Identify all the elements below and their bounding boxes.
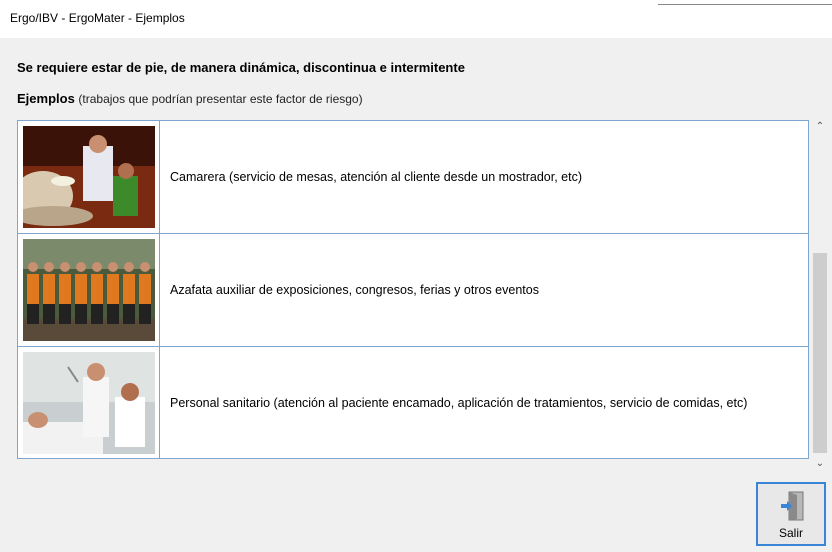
example-label: Azafata auxiliar de exposiciones, congre… — [170, 283, 539, 297]
example-image-healthcare — [18, 347, 160, 459]
chevron-down-icon[interactable]: ⌄ — [811, 455, 829, 473]
hostesses-photo-icon — [23, 239, 155, 341]
exit-button[interactable]: Salir — [756, 482, 826, 546]
example-label: Personal sanitario (atención al paciente… — [170, 396, 748, 410]
scrollbar-thumb[interactable] — [813, 253, 827, 453]
example-image-waitress — [18, 121, 160, 233]
waitress-photo-icon — [23, 126, 155, 228]
list-scrollbar[interactable]: ⌃ ⌄ — [811, 118, 829, 473]
page-title: Se requiere estar de pie, de manera diná… — [17, 60, 465, 75]
door-exit-icon — [781, 491, 804, 521]
examples-note: (trabajos que podrían presentar este fac… — [78, 92, 363, 106]
exit-button-label: Salir — [778, 526, 803, 540]
examples-heading: Ejemplos (trabajos que podrían presentar… — [17, 91, 363, 106]
list-item[interactable]: Camarera (servicio de mesas, atención al… — [18, 121, 808, 233]
example-image-hostesses — [18, 234, 160, 346]
examples-list[interactable]: Camarera (servicio de mesas, atención al… — [17, 120, 809, 459]
window-title: Ergo/IBV - ErgoMater - Ejemplos — [10, 11, 185, 25]
examples-label: Ejemplos — [17, 91, 75, 106]
list-item[interactable]: Azafata auxiliar de exposiciones, congre… — [18, 234, 808, 346]
example-label: Camarera (servicio de mesas, atención al… — [170, 170, 582, 184]
healthcare-photo-icon — [23, 352, 155, 454]
chevron-up-icon[interactable]: ⌃ — [811, 118, 829, 136]
window-titlebar: Ergo/IBV - ErgoMater - Ejemplos — [0, 0, 832, 38]
list-item[interactable]: Personal sanitario (atención al paciente… — [18, 347, 808, 459]
titlebar-divider — [658, 4, 832, 5]
